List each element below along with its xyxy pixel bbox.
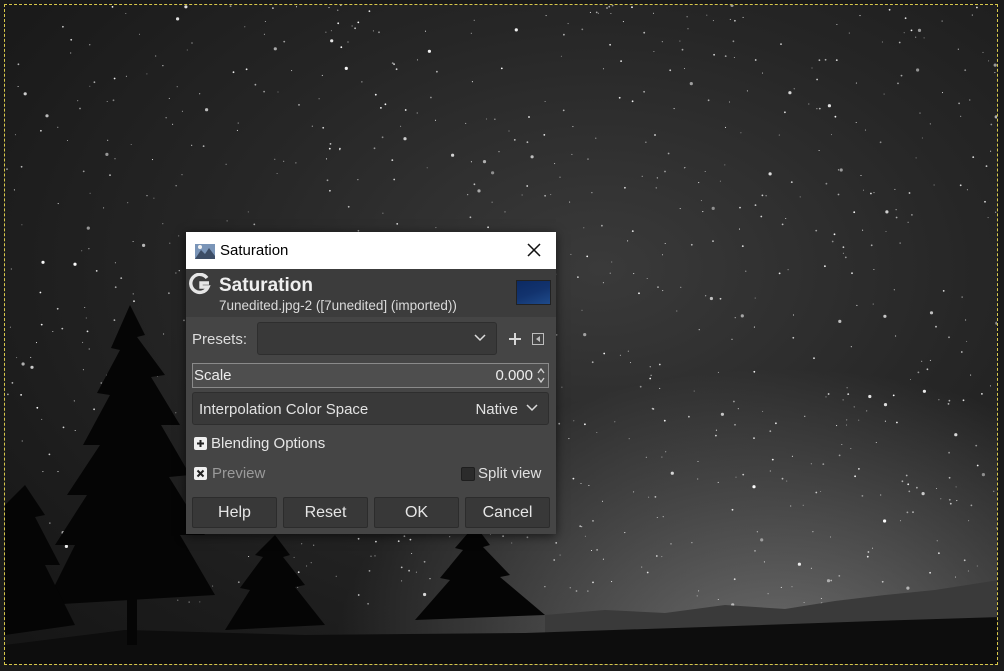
expander-plus-icon[interactable]: [194, 437, 207, 450]
header-title: Saturation: [219, 275, 313, 296]
interpolation-color-space-dropdown[interactable]: Interpolation Color Space Native: [192, 392, 549, 425]
chevron-down-icon: [526, 404, 538, 412]
plus-icon[interactable]: [508, 332, 522, 346]
dialog-titlebar[interactable]: Saturation: [186, 232, 556, 269]
image-thumbnail: [516, 280, 551, 305]
close-icon: [527, 243, 541, 257]
header-subtitle: 7unedited.jpg-2 ([7unedited] (imported)): [219, 298, 457, 313]
interpolation-label: Interpolation Color Space: [199, 401, 369, 418]
saturation-dialog: Saturation Saturation 7unedited.jpg-2 ([…: [186, 232, 556, 534]
reset-button[interactable]: Reset: [283, 497, 368, 528]
split-view-checkbox[interactable]: [461, 467, 475, 481]
interpolation-value: Native: [475, 401, 518, 418]
ok-button[interactable]: OK: [374, 497, 459, 528]
preview-checkbox[interactable]: [194, 467, 207, 480]
dialog-header: Saturation 7unedited.jpg-2 ([7unedited] …: [186, 269, 556, 317]
gimp-app-icon: [195, 244, 215, 259]
split-view-label[interactable]: Split view: [478, 465, 541, 482]
help-button[interactable]: Help: [192, 497, 277, 528]
dialog-window-title: Saturation: [220, 242, 289, 259]
spin-arrows-icon[interactable]: [536, 366, 546, 385]
chevron-down-icon: [474, 334, 486, 342]
close-button[interactable]: [520, 236, 548, 264]
blending-options-expander[interactable]: Blending Options: [211, 435, 325, 452]
menu-triangle-icon[interactable]: [532, 333, 544, 345]
scale-spinbutton[interactable]: Scale 0.000: [192, 363, 549, 388]
presets-dropdown[interactable]: [257, 322, 497, 355]
gimp-logo-icon: [189, 273, 211, 295]
presets-label: Presets:: [192, 331, 248, 348]
preview-label[interactable]: Preview: [212, 465, 265, 482]
scale-value[interactable]: 0.000: [495, 367, 533, 384]
scale-label: Scale: [194, 367, 232, 384]
cancel-button[interactable]: Cancel: [465, 497, 550, 528]
